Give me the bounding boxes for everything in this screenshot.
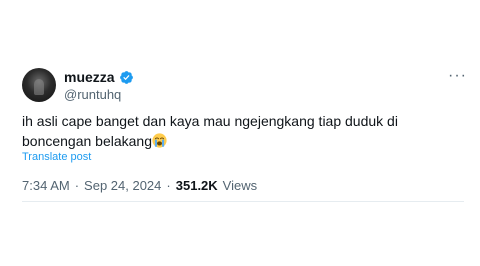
meta-separator-2: · bbox=[166, 178, 171, 193]
views-label: Views bbox=[222, 178, 258, 193]
author-name-row[interactable]: muezza bbox=[64, 69, 134, 85]
tweet-card: muezza @runtuhq ··· ih asli cape banget … bbox=[0, 0, 480, 266]
avatar[interactable] bbox=[22, 68, 56, 102]
tweet-date[interactable]: Sep 24, 2024 bbox=[84, 178, 161, 193]
more-horizontal-icon[interactable]: ··· bbox=[448, 67, 467, 85]
display-name[interactable]: muezza bbox=[64, 69, 115, 85]
tweet-text: ih asli cape banget dan kaya mau ngejeng… bbox=[22, 113, 398, 149]
avatar-figure bbox=[34, 79, 44, 95]
meta-separator: · bbox=[74, 178, 80, 193]
verified-badge-icon bbox=[119, 70, 133, 84]
tweet-time[interactable]: 7:34 AM bbox=[22, 178, 70, 193]
divider bbox=[22, 201, 464, 202]
loudly-crying-face-icon bbox=[152, 133, 167, 148]
views-count: 351.2K bbox=[175, 178, 218, 193]
tweet-meta: 7:34 AM · Sep 24, 2024 · 351.2K Views bbox=[22, 178, 257, 193]
translate-post-link[interactable]: Translate post bbox=[22, 151, 91, 163]
user-handle[interactable]: @runtuhq bbox=[64, 87, 121, 102]
tweet-text-block: ih asli cape banget dan kaya mau ngejeng… bbox=[22, 111, 462, 151]
